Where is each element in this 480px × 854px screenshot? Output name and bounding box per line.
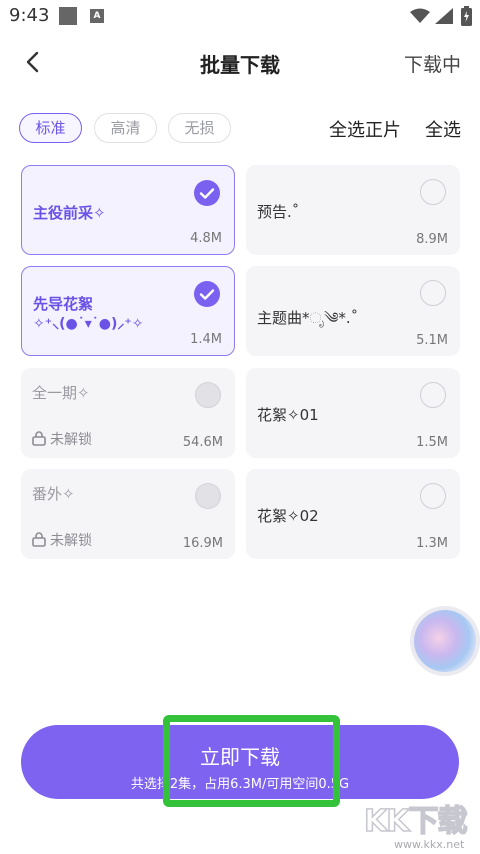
select-all-episodes-button[interactable]: 全选正片	[329, 116, 401, 142]
episode-title: 花絮✧02	[257, 507, 319, 525]
app-notification-icon: A	[90, 9, 104, 23]
episode-title: 先导花絮	[33, 295, 94, 313]
lock-status: 未解锁	[32, 530, 92, 550]
checkbox-unchecked-icon[interactable]	[420, 382, 446, 408]
lock-label: 未解锁	[50, 533, 92, 549]
episode-title: 花絮✧01	[257, 406, 319, 424]
wifi-icon	[410, 8, 430, 23]
episode-card-locked[interactable]: 番外✧ 未解锁 16.9M	[21, 469, 235, 559]
status-bar: 9:43 A	[0, 0, 480, 34]
episode-size: 4.8M	[190, 231, 222, 246]
signal-icon	[435, 8, 453, 24]
checkbox-unchecked-icon[interactable]	[420, 483, 446, 509]
episode-card[interactable]: 主役前采✧ 4.8M	[21, 165, 235, 255]
checkbox-checked-icon[interactable]	[194, 180, 220, 206]
episode-card[interactable]: 主题曲*ೃ༄*.˚ 5.1M	[246, 266, 460, 356]
downloading-link[interactable]: 下载中	[404, 50, 461, 77]
episode-size: 5.1M	[416, 333, 448, 348]
battery-icon	[461, 6, 472, 26]
watermark-logo: KK下载	[363, 803, 468, 840]
episode-size: 1.5M	[416, 435, 448, 450]
episode-card-locked[interactable]: 全一期✧ 未解锁 54.6M	[21, 368, 235, 458]
episode-size: 1.3M	[416, 536, 448, 551]
checkbox-unchecked-icon[interactable]	[420, 280, 446, 306]
episode-card[interactable]: 花絮✧01 1.5M	[246, 368, 460, 458]
notification-icon	[59, 7, 77, 25]
episode-size: 1.4M	[190, 332, 222, 347]
episode-title: 全一期✧	[32, 384, 90, 402]
status-time: 9:43	[9, 5, 50, 26]
episode-title: 预告.˚	[257, 203, 300, 221]
lock-icon	[32, 431, 46, 446]
quality-tab-standard[interactable]: 标准	[19, 113, 82, 143]
episode-subtitle: ✧⁺⸜(●˙▾˙●)⸝⁺✧	[33, 316, 144, 332]
episode-size: 8.9M	[416, 232, 448, 247]
episode-title: 主役前采✧	[33, 204, 106, 222]
checkbox-unchecked-icon[interactable]	[420, 179, 446, 205]
checkbox-disabled-icon	[195, 483, 221, 509]
avatar-image	[414, 610, 476, 672]
quality-tab-hd[interactable]: 高清	[94, 113, 157, 143]
episode-card[interactable]: 预告.˚ 8.9M	[246, 165, 460, 255]
episode-title: 番外✧	[32, 485, 75, 503]
episode-title: 主题曲*ೃ༄*.˚	[257, 309, 359, 327]
select-all-button[interactable]: 全选	[425, 116, 461, 142]
episode-card[interactable]: 先导花絮 ✧⁺⸜(●˙▾˙●)⸝⁺✧ 1.4M	[21, 266, 235, 356]
highlight-box	[163, 715, 340, 807]
episode-size: 16.9M	[182, 536, 223, 551]
watermark-url: www.kkx.net	[394, 838, 465, 851]
floating-avatar-button[interactable]	[410, 606, 480, 676]
checkbox-checked-icon[interactable]	[194, 281, 220, 307]
lock-icon	[32, 532, 46, 547]
lock-label: 未解锁	[50, 432, 92, 448]
quality-tab-lossless[interactable]: 无损	[168, 113, 231, 143]
lock-status: 未解锁	[32, 429, 92, 449]
episode-card[interactable]: 花絮✧02 1.3M	[246, 469, 460, 559]
episode-size: 54.6M	[182, 435, 223, 450]
checkbox-disabled-icon	[195, 382, 221, 408]
